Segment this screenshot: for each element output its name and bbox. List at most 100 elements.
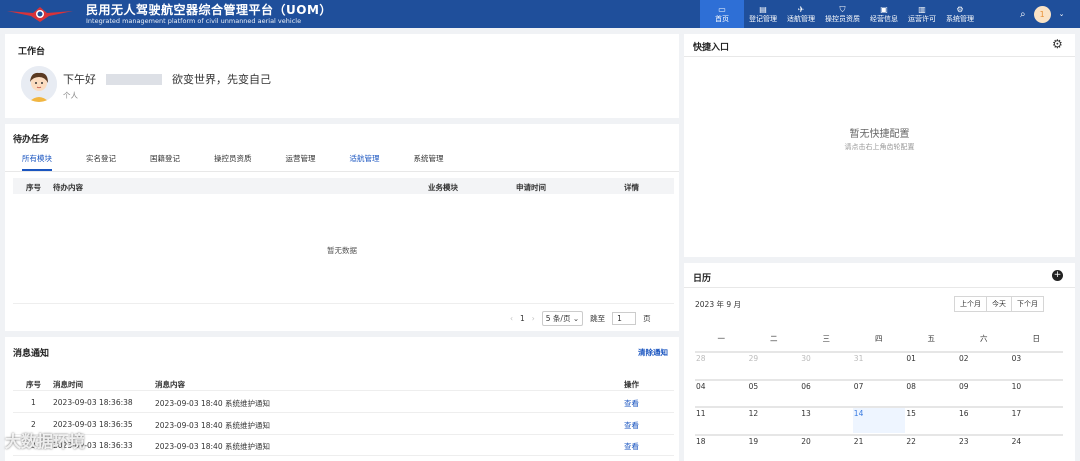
caac-logo[interactable] (0, 0, 80, 28)
message-content: 2023-09-03 18:40 系统维护通知 (155, 442, 270, 451)
tab-module-5[interactable]: 适航管理 (350, 150, 380, 171)
search-icon[interactable]: ⌕ (1020, 9, 1026, 20)
shield-icon: ⛉ (839, 4, 846, 14)
calendar-day-cell[interactable]: 16 (958, 406, 1011, 433)
goto-page-input[interactable]: 1 (612, 312, 637, 325)
calendar-day-cell[interactable]: 10 (1010, 378, 1064, 406)
calendar-day-cell[interactable]: 12 (747, 406, 801, 433)
nav-item-label: 适航管理 (787, 14, 815, 23)
nav-item-3[interactable]: ⛉ 操控员资质 (820, 0, 865, 28)
tab-module-0[interactable]: 所有模块 (22, 150, 52, 171)
tab-module-6[interactable]: 系统管理 (414, 150, 444, 171)
calendar-day-cell[interactable]: 24 (1010, 433, 1064, 461)
module-tabs: 所有模块 实名登记 国籍登记 操控员资质 运营管理 适航管理 系统管理 (5, 150, 679, 172)
calendar-day-cell[interactable]: 02 (958, 351, 1011, 378)
gear-icon[interactable]: ⚙ (1052, 37, 1063, 51)
tab-module-1[interactable]: 实名登记 (86, 150, 116, 171)
calendar-day-cell[interactable]: 05 (747, 378, 801, 406)
tab-module-3[interactable]: 操控员资质 (214, 150, 252, 171)
view-button[interactable]: 查看 (624, 398, 639, 409)
nav-item-4[interactable]: ▣ 经营信息 (865, 0, 903, 28)
page-size-select[interactable]: 5 条/页 ⌄ (541, 311, 584, 326)
weekday-label: 四 (875, 334, 883, 343)
settings-icon: ⚙ (956, 4, 964, 14)
prev-page-icon[interactable]: ‹ (510, 314, 513, 323)
calendar-day-cell[interactable]: 11 (695, 406, 748, 433)
user-avatar[interactable]: 1 (1033, 5, 1051, 23)
weekday-label: 五 (927, 334, 936, 343)
prev-month-button[interactable]: 上个月 (954, 296, 987, 312)
next-page-icon[interactable]: › (532, 314, 535, 323)
workspace-panel: 工作台 下午好 欲变世界，先变自己 个人 (5, 34, 679, 118)
nav-item-6[interactable]: ⚙ 系统管理 (941, 0, 979, 28)
calendar-day-cell[interactable]: 04 (695, 378, 748, 406)
tab-module-2[interactable]: 国籍登记 (150, 150, 180, 171)
calendar-day-cell[interactable]: 19 (747, 433, 801, 461)
calendar-day-cell[interactable]: 13 (800, 406, 853, 433)
col-content: 消息内容 (155, 380, 185, 389)
calendar-day-cell[interactable]: 01 (905, 351, 958, 378)
main-nav: ▭ 首页 ▤ 登记管理 ✈ 适航管理 ⛉ 操控员资质 ▣ 经营信息 ▥ 运营许可 ⚙ 系统管理 (700, 0, 979, 28)
table-row: 3 2023-09-03 18:36:33 2023-09-03 18:40 系统维… (13, 435, 674, 456)
calendar-day-cell[interactable]: 30 (800, 351, 853, 378)
col-time: 消息时间 (53, 380, 83, 389)
nav-item-label: 经营信息 (870, 14, 898, 23)
calendar-day-cell[interactable]: 03 (1010, 351, 1064, 378)
nav-item-0[interactable]: ▭ 首页 (700, 0, 744, 28)
calendar-day-cell[interactable]: 18 (695, 433, 748, 461)
table-row: 1 2023-09-03 18:36:38 2023-09-03 18:40 系统维… (13, 392, 674, 413)
quick-hint-text: 请点击右上角齿轮配置 (844, 143, 915, 151)
weekday-label: 二 (770, 334, 778, 343)
top-header: 民用无人驾驶航空器综合管理平台（UOM） Integrated manageme… (0, 0, 1080, 28)
next-month-button[interactable]: 下个月 (1011, 296, 1044, 312)
message-no: 1 (31, 398, 36, 407)
calendar-month: 2023 年 9 月 (695, 300, 742, 309)
nav-item-label: 系统管理 (946, 14, 974, 23)
calendar-day-cell[interactable]: 14 (852, 406, 906, 433)
messages-title: 消息通知 (13, 349, 50, 359)
calendar-day-cell[interactable]: 17 (1010, 406, 1064, 433)
drone-icon: ✈ (797, 4, 805, 14)
col-detail: 详情 (624, 183, 639, 192)
calendar-day-cell[interactable]: 21 (852, 433, 906, 461)
view-button[interactable]: 查看 (624, 420, 639, 431)
greeting-motto: 欲变世界，先变自己 (172, 73, 271, 86)
greeting-prefix: 下午好 (63, 73, 96, 86)
tab-module-4[interactable]: 运营管理 (286, 150, 316, 171)
calendar-day-cell[interactable]: 28 (695, 351, 748, 378)
goto-label: 跳至 (590, 314, 606, 323)
calendar-panel: 日历 + 2023 年 9 月 上个月 今天 下个月 一二三四五六日 28 29 3… (684, 263, 1075, 461)
col-apply-time: 申请时间 (516, 183, 546, 192)
calendar-day-cell[interactable]: 20 (800, 433, 853, 461)
view-button[interactable]: 查看 (624, 441, 639, 452)
document-icon: ▤ (759, 4, 767, 14)
calendar-day-cell[interactable]: 07 (852, 378, 906, 406)
today-button[interactable]: 今天 (986, 296, 1012, 312)
calendar-day-cell[interactable]: 22 (905, 433, 958, 461)
calendar-day-cell[interactable]: 29 (747, 351, 801, 378)
calendar-day-cell[interactable]: 09 (958, 378, 1011, 406)
quick-empty-text: 暂无快捷配置 (849, 129, 910, 140)
quick-entry-title: 快捷入口 (693, 43, 730, 53)
calendar-day-cell[interactable]: 06 (800, 378, 853, 406)
page-number[interactable]: 1 (520, 314, 525, 323)
nav-item-5[interactable]: ▥ 运营许可 (903, 0, 941, 28)
calendar-nav-buttons: 上个月 今天 下个月 (954, 296, 1044, 312)
calendar-day-cell[interactable]: 08 (905, 378, 958, 406)
add-event-icon[interactable]: + (1052, 270, 1063, 281)
watermark: 大数据环境 (5, 432, 86, 451)
calendar-day-cell[interactable]: 15 (905, 406, 958, 433)
clear-notifications-button[interactable]: 清除通知 (638, 347, 668, 358)
screen-icon: ▣ (880, 4, 888, 14)
chevron-down-icon[interactable]: ⌄ (1059, 10, 1065, 18)
nav-item-1[interactable]: ▤ 登记管理 (744, 0, 782, 28)
page-unit: 页 (643, 314, 651, 323)
license-icon: ▥ (918, 4, 926, 14)
calendar-day-cell[interactable]: 23 (958, 433, 1011, 461)
nav-item-label: 运营许可 (908, 14, 936, 23)
calendar-day-cell[interactable]: 31 (852, 351, 906, 378)
tasks-table-header: 序号 待办内容 业务模块 申请时间 详情 (13, 178, 674, 194)
redacted-username (106, 73, 162, 85)
nav-item-2[interactable]: ✈ 适航管理 (782, 0, 820, 28)
empty-state: 暂无数据 (327, 246, 357, 255)
